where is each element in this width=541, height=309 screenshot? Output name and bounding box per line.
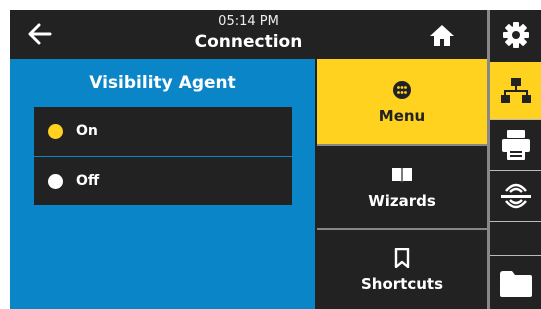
clock-time: 05:14 PM	[218, 14, 279, 29]
gear-icon	[502, 21, 529, 48]
sidebar-item-rfid[interactable]	[490, 171, 541, 221]
shortcuts-button[interactable]: Shortcuts	[317, 230, 487, 309]
folder-icon	[499, 270, 532, 297]
option-on[interactable]: On	[34, 107, 292, 155]
option-label: On	[76, 123, 98, 139]
settings-sidebar	[490, 10, 541, 309]
sidebar-item-settings[interactable]	[490, 10, 541, 59]
shortcuts-button-label: Shortcuts	[360, 274, 444, 293]
option-label: Off	[76, 173, 100, 189]
printer-icon	[501, 130, 530, 160]
wizards-button-label: Wizards	[368, 192, 436, 210]
sidebar-item-connection[interactable]	[490, 62, 541, 119]
radio-selected-icon	[48, 123, 63, 139]
home-icon[interactable]	[428, 22, 456, 48]
sidebar-divider	[490, 221, 541, 222]
sidebar-divider	[490, 255, 541, 256]
wizards-button[interactable]: Wizards	[317, 146, 487, 228]
main-menu-column: Menu Wizards Shortcuts	[315, 59, 487, 309]
menu-dots-icon	[393, 80, 411, 99]
book-icon	[392, 168, 412, 183]
option-list: On Off	[34, 107, 292, 205]
radio-unselected-icon	[48, 173, 63, 189]
header-bar: 05:14 PM Connection	[10, 10, 487, 59]
screen: 05:14 PM Connection Visibility Agent On …	[0, 0, 541, 309]
option-off[interactable]: Off	[34, 157, 292, 205]
network-icon	[500, 77, 531, 103]
menu-button-label: Menu	[378, 106, 426, 125]
panel-title: Visibility Agent	[89, 73, 236, 93]
bookmark-icon	[394, 247, 410, 268]
page-title: Connection	[194, 32, 303, 52]
visibility-agent-panel: Visibility Agent On Off	[10, 59, 315, 309]
menu-button[interactable]: Menu	[317, 59, 487, 144]
sidebar-item-storage[interactable]	[490, 256, 541, 309]
sidebar-item-print[interactable]	[490, 120, 541, 170]
rfid-icon	[500, 183, 531, 209]
